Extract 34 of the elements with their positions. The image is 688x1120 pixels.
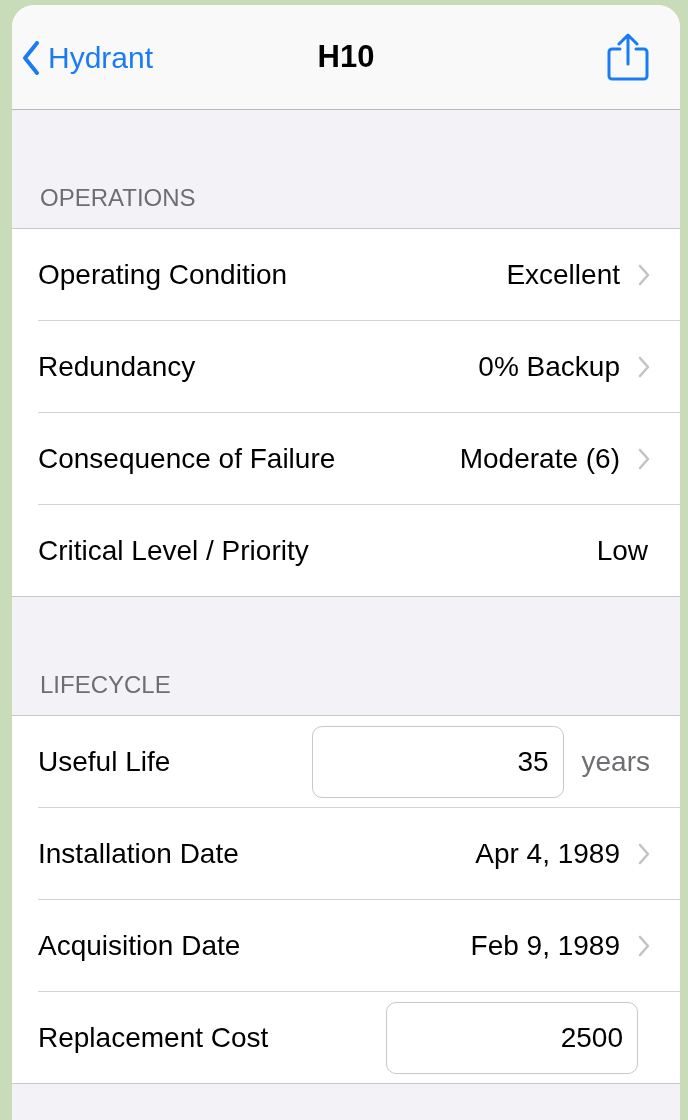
nav-title: H10 (316, 39, 376, 75)
chevron-right-icon (638, 842, 650, 865)
input-field[interactable]: 2500 (386, 1001, 638, 1074)
row-label: Useful Life (38, 745, 171, 778)
row-label: Critical Level / Priority (38, 534, 309, 567)
row-label: Replacement Cost (38, 1021, 269, 1054)
row-label: Acquisition Date (38, 929, 241, 962)
row-label: Installation Date (38, 837, 239, 870)
row-value: Excellent (506, 258, 620, 291)
table-row[interactable]: Installation Date Apr 4, 1989 (38, 808, 680, 900)
row-value: Moderate (6) (459, 442, 620, 475)
section-header: OPERATIONS (40, 184, 196, 212)
row-label: Operating Condition (38, 258, 288, 291)
share-icon (606, 33, 650, 81)
share-button[interactable] (606, 33, 650, 81)
chevron-right-icon (638, 447, 650, 470)
row-label: Consequence of Failure (38, 442, 336, 475)
row-value: 0% Backup (478, 350, 620, 383)
unit-label: years (581, 745, 650, 778)
back-button[interactable]: Hydrant (22, 41, 154, 75)
row-value: Feb 9, 1989 (470, 929, 620, 962)
table-row[interactable]: Consequence of Failure Moderate (6) (38, 413, 680, 505)
row-value: Apr 4, 1989 (475, 837, 620, 870)
section-header: LIFECYCLE (40, 671, 171, 699)
table-row[interactable]: Acquisition Date Feb 9, 1989 (38, 900, 680, 992)
row-value: Low (596, 534, 648, 567)
row-label: Redundancy (38, 350, 196, 383)
table-row[interactable]: Redundancy 0% Backup (38, 321, 680, 413)
chevron-right-icon (638, 263, 650, 286)
chevron-right-icon (638, 355, 650, 378)
chevron-left-icon (22, 41, 40, 75)
input-field[interactable]: 35 (311, 725, 564, 798)
chevron-right-icon (638, 934, 650, 957)
table-row[interactable]: Operating Condition Excellent (38, 229, 680, 321)
